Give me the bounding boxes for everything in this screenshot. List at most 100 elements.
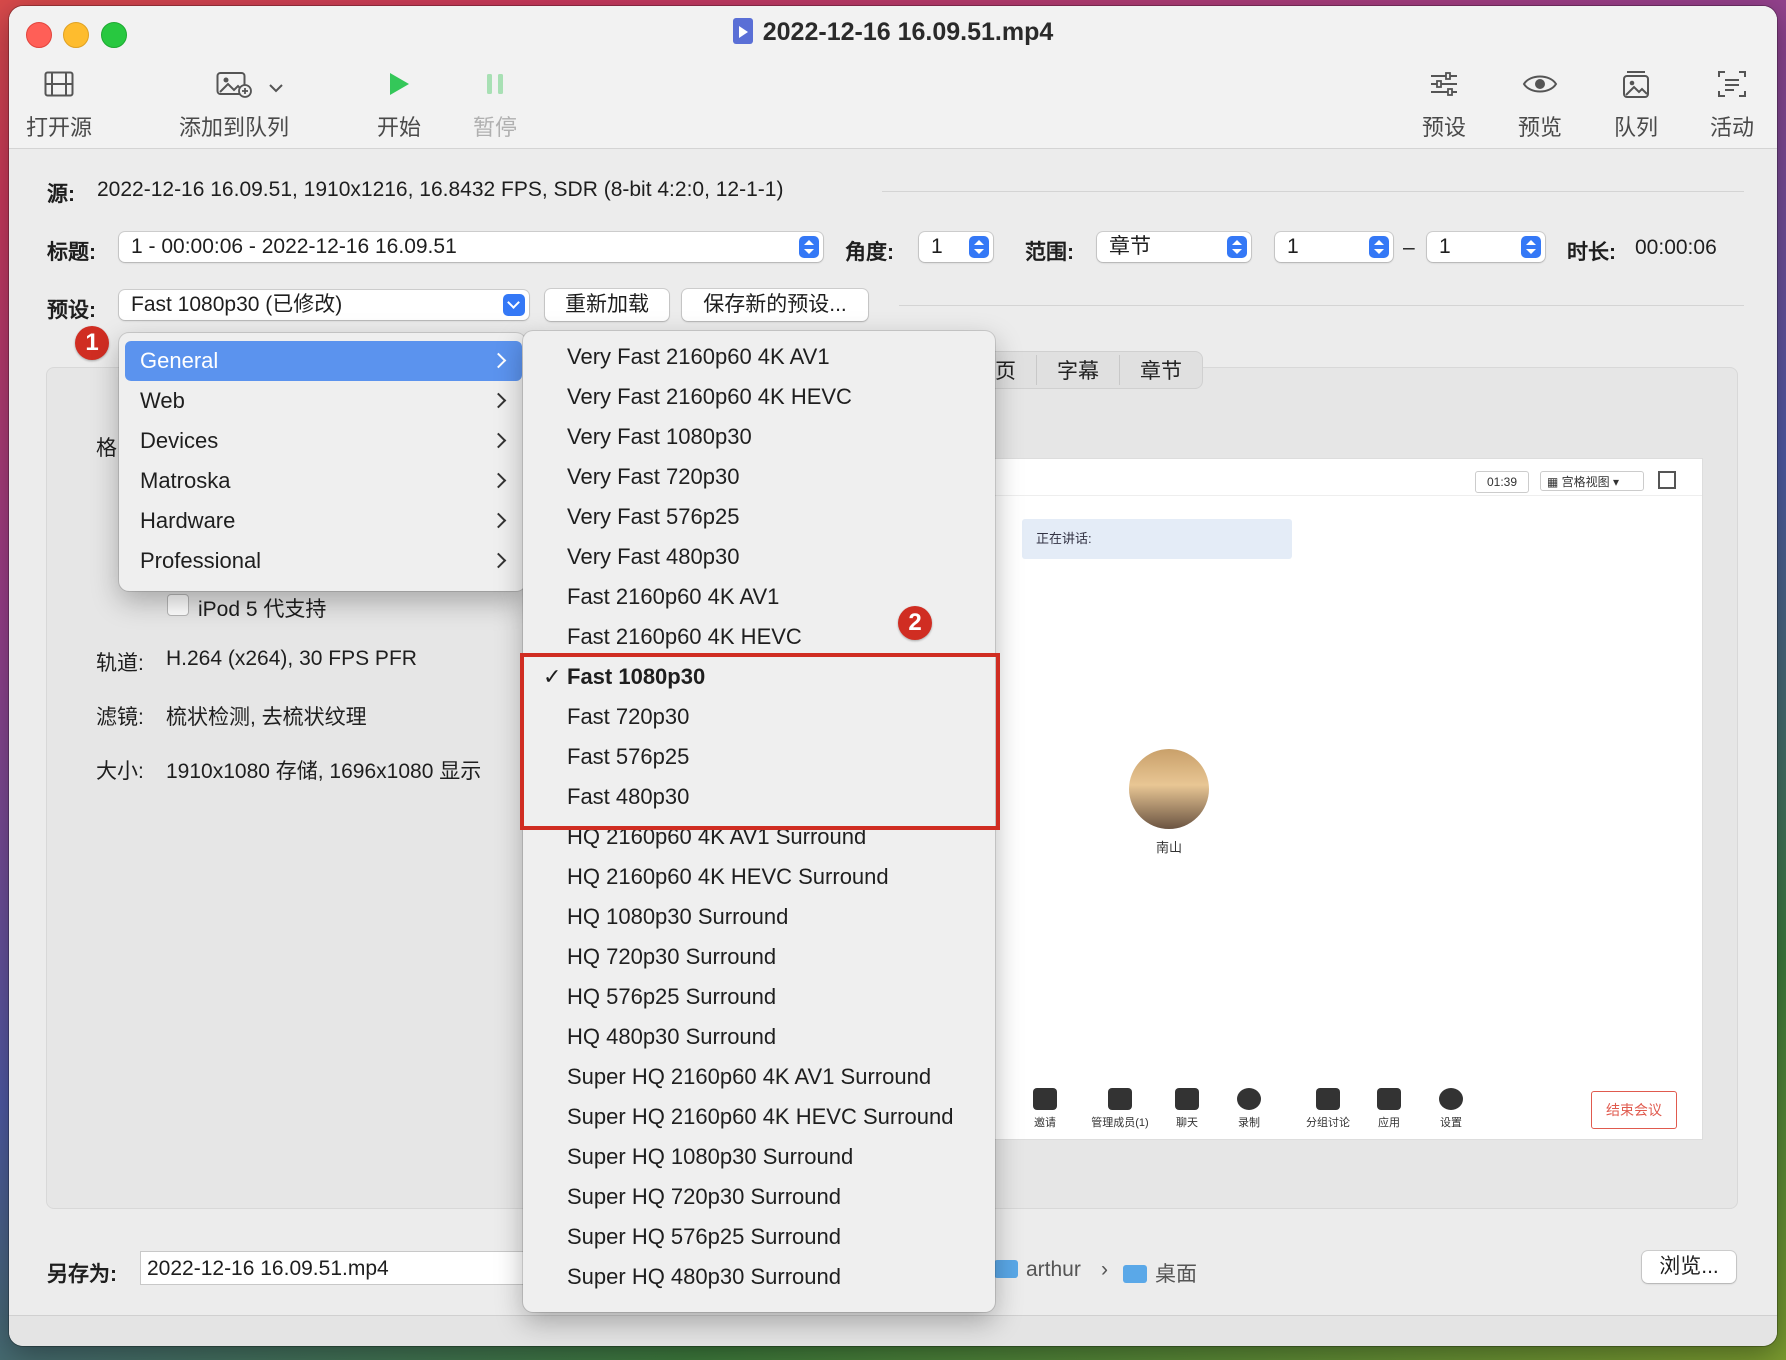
path-user[interactable]: arthur bbox=[994, 1258, 1081, 1282]
stepper-icon bbox=[1521, 236, 1541, 258]
menu-category-hardware[interactable]: Hardware bbox=[125, 501, 522, 541]
menu-category-devices[interactable]: Devices bbox=[125, 421, 522, 461]
reload-button[interactable]: 重新加载 bbox=[545, 289, 669, 321]
stepper-icon bbox=[799, 236, 819, 258]
tab-chapters[interactable]: 章节 bbox=[1119, 355, 1202, 385]
range-type-select[interactable]: 章节 bbox=[1097, 232, 1251, 262]
preset-divider bbox=[899, 305, 1744, 306]
preset-menu-item[interactable]: HQ 576p25 Surround bbox=[523, 977, 995, 1017]
preset-menu-item[interactable]: Very Fast 2160p60 4K AV1 bbox=[523, 337, 995, 377]
preset-menu-item[interactable]: Very Fast 720p30 bbox=[523, 457, 995, 497]
annotation-badge-1: 1 bbox=[75, 326, 109, 360]
duration-label: 时长: bbox=[1567, 241, 1616, 264]
preview-button[interactable]: 预览 bbox=[1510, 64, 1570, 142]
meeting-tool-settings: 设置 bbox=[1421, 1088, 1481, 1130]
source-info: 2022-12-16 16.09.51, 1910x1216, 16.8432 … bbox=[97, 178, 784, 201]
ipod-support-checkbox[interactable] bbox=[167, 594, 189, 616]
participant-name: 南山 bbox=[1155, 840, 1182, 855]
tab-bar: 页 字幕 章节 bbox=[974, 351, 1203, 389]
annotation-highlight-box bbox=[520, 653, 1000, 830]
queue-button[interactable]: 队列 bbox=[1606, 64, 1666, 142]
activity-log-icon bbox=[1718, 71, 1746, 97]
ipod-support-label: iPod 5 代支持 bbox=[198, 598, 327, 621]
meeting-tool-breakout: 分组讨论 bbox=[1293, 1088, 1363, 1130]
path-separator: › bbox=[1101, 1258, 1108, 1281]
meeting-tool-invite: 邀请 bbox=[1015, 1088, 1075, 1130]
chevron-right-icon bbox=[490, 552, 507, 569]
grid-icon: ▦ bbox=[1547, 475, 1562, 489]
photo-stack-icon bbox=[1623, 71, 1649, 98]
activity-button[interactable]: 活动 bbox=[1702, 64, 1762, 142]
add-image-icon bbox=[216, 72, 252, 98]
chevron-down-icon bbox=[503, 294, 525, 316]
menu-category-web[interactable]: Web bbox=[125, 381, 522, 421]
film-icon bbox=[44, 71, 74, 97]
window-title: 2022-12-16 16.09.51.mp4 bbox=[9, 18, 1777, 47]
video-file-icon bbox=[732, 18, 753, 44]
eye-icon bbox=[1522, 75, 1558, 93]
preset-menu-item[interactable]: Very Fast 576p25 bbox=[523, 497, 995, 537]
start-button[interactable]: 开始 bbox=[369, 64, 429, 142]
preset-category-menu: General Web Devices Matroska Hardware Profess… bbox=[119, 333, 526, 591]
annotation-badge-2: 2 bbox=[898, 606, 932, 640]
meeting-timer: 01:39 bbox=[1475, 471, 1529, 493]
preset-menu-item[interactable]: Super HQ 2160p60 4K AV1 Surround bbox=[523, 1057, 995, 1097]
size-label: 大小: bbox=[96, 760, 144, 783]
menu-category-matroska[interactable]: Matroska bbox=[125, 461, 522, 501]
menu-category-general[interactable]: General bbox=[125, 341, 522, 381]
settings-gear-icon bbox=[1439, 1088, 1463, 1110]
source-label: 源: bbox=[47, 183, 75, 206]
tab-subtitles[interactable]: 字幕 bbox=[1036, 355, 1119, 385]
pause-button[interactable]: 暂停 bbox=[465, 64, 525, 142]
preset-menu-item[interactable]: Super HQ 2160p60 4K HEVC Surround bbox=[523, 1097, 995, 1137]
preset-label: 预设: bbox=[47, 299, 96, 322]
chevron-down-icon: ▾ bbox=[1609, 475, 1620, 489]
preset-menu-item[interactable]: HQ 1080p30 Surround bbox=[523, 897, 995, 937]
preview-image: 01:39 ▦ 宫格视图 ▾ 正在讲话: 南山 结束会议 bbox=[994, 459, 1702, 1139]
end-meeting-button: 结束会议 bbox=[1591, 1091, 1677, 1129]
range-dash: – bbox=[1403, 236, 1415, 259]
preset-menu-item[interactable]: HQ 480p30 Surround bbox=[523, 1017, 995, 1057]
preset-menu-item[interactable]: Super HQ 480p30 Surround bbox=[523, 1257, 995, 1297]
save-as-field[interactable]: 2022-12-16 16.09.51.mp4 bbox=[140, 1251, 540, 1285]
path-folder[interactable]: 桌面 bbox=[1123, 1258, 1197, 1288]
preset-menu-item[interactable]: Very Fast 1080p30 bbox=[523, 417, 995, 457]
save-as-label: 另存为: bbox=[47, 1263, 117, 1286]
range-start-select[interactable]: 1 bbox=[1275, 232, 1393, 262]
open-source-button[interactable]: 打开源 bbox=[23, 64, 95, 142]
speaking-indicator: 正在讲话: bbox=[1022, 519, 1292, 559]
range-end-select[interactable]: 1 bbox=[1427, 232, 1545, 262]
filters-value: 梳状检测, 去梳状纹理 bbox=[166, 706, 367, 729]
title-bar: 2022-12-16 16.09.51.mp4 打开源 添加到队列 开始 暂停 … bbox=[9, 6, 1777, 149]
preset-menu-item[interactable]: Very Fast 2160p60 4K HEVC bbox=[523, 377, 995, 417]
presets-button[interactable]: 预设 bbox=[1414, 64, 1474, 142]
preset-menu-item[interactable]: Super HQ 1080p30 Surround bbox=[523, 1137, 995, 1177]
preset-menu-item[interactable]: Super HQ 720p30 Surround bbox=[523, 1177, 995, 1217]
browse-button[interactable]: 浏览... bbox=[1642, 1251, 1736, 1283]
source-divider bbox=[882, 191, 1744, 192]
duration-value: 00:00:06 bbox=[1635, 236, 1717, 259]
track-label: 轨道: bbox=[96, 652, 144, 675]
chevron-right-icon bbox=[490, 512, 507, 529]
preset-menu-item[interactable]: HQ 720p30 Surround bbox=[523, 937, 995, 977]
menu-category-professional[interactable]: Professional bbox=[125, 541, 522, 581]
meeting-tool-chat: 聊天 bbox=[1157, 1088, 1217, 1130]
meeting-tool-record: 录制 bbox=[1219, 1088, 1279, 1130]
play-icon bbox=[390, 73, 409, 95]
preset-menu-item[interactable]: Super HQ 576p25 Surround bbox=[523, 1217, 995, 1257]
title-label: 标题: bbox=[47, 241, 96, 264]
title-select[interactable]: 1 - 00:00:06 - 2022-12-16 16.09.51 bbox=[119, 232, 823, 262]
meeting-tool-members: 管理成员(1) bbox=[1075, 1088, 1165, 1130]
angle-select[interactable]: 1 bbox=[919, 232, 993, 262]
stepper-icon bbox=[1227, 236, 1247, 258]
preset-select[interactable]: Fast 1080p30 (已修改) bbox=[119, 290, 529, 320]
meeting-tool-apps: 应用 bbox=[1359, 1088, 1419, 1130]
status-bar bbox=[9, 1315, 1777, 1346]
add-to-queue-menu-button[interactable] bbox=[261, 74, 291, 100]
preset-menu-item[interactable]: Very Fast 480p30 bbox=[523, 537, 995, 577]
chevron-right-icon bbox=[490, 392, 507, 409]
preset-menu-item[interactable]: HQ 2160p60 4K HEVC Surround bbox=[523, 857, 995, 897]
chevron-right-icon bbox=[490, 432, 507, 449]
sliders-icon bbox=[1431, 72, 1457, 96]
save-new-preset-button[interactable]: 保存新的预设... bbox=[682, 289, 868, 321]
